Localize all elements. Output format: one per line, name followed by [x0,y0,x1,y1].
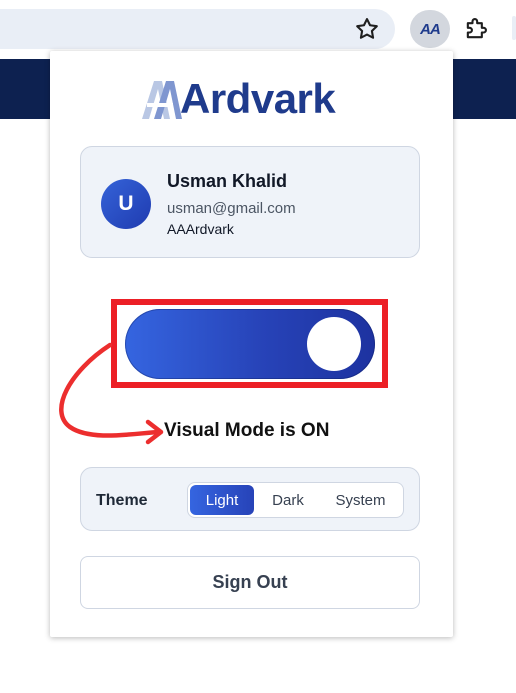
browser-menu-edge-icon[interactable] [506,14,516,42]
theme-selector: Light Dark System [187,482,404,518]
user-email: usman@gmail.com [167,200,296,217]
user-card: U Usman Khalid usman@gmail.com AAArdvark [80,146,420,258]
user-organization: AAArdvark [167,221,234,237]
toggle-knob [307,317,361,371]
theme-option-light[interactable]: Light [190,485,254,515]
theme-card: Theme Light Dark System [80,467,420,531]
sign-out-button[interactable]: Sign Out [80,556,420,609]
logo-wordmark: Ardvark [180,75,336,122]
extension-button[interactable]: AA [410,10,450,48]
theme-label: Theme [96,492,148,509]
bookmark-star-icon[interactable] [353,15,381,43]
address-bar[interactable] [0,9,395,49]
theme-option-system[interactable]: System [322,485,399,515]
extension-popup: Ardvark U Usman Khalid usman@gmail.com A… [50,51,453,637]
extension-logo-icon: AA [420,20,441,38]
theme-option-dark[interactable]: Dark [254,485,322,515]
annotation-arrow-icon [59,342,164,445]
visual-mode-status: Visual Mode is ON [164,420,330,441]
ardvark-logo: Ardvark [140,75,336,123]
browser-toolbar: AA [0,0,516,58]
avatar: U [101,179,151,229]
ardvark-logo-mark [142,81,182,119]
extensions-puzzle-icon[interactable] [462,15,490,43]
user-name: Usman Khalid [167,171,288,191]
